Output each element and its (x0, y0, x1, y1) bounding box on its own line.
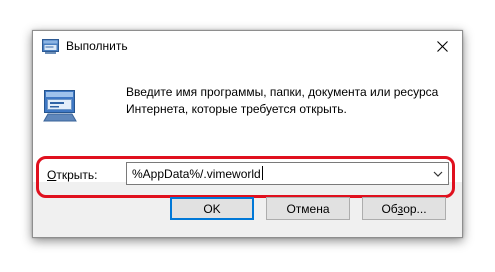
run-dialog: Выполнить Введите имя программы, папки, … (32, 30, 463, 238)
run-program-icon (43, 90, 77, 122)
instruction-line-1: Введите имя программы, папки, документа … (126, 85, 439, 99)
run-dialog-icon (42, 39, 59, 54)
window-title: Выполнить (66, 39, 128, 53)
title-bar[interactable]: Выполнить (33, 31, 462, 62)
browse-button[interactable]: Об з ор... (362, 197, 446, 220)
close-button[interactable] (422, 31, 462, 62)
browse-label-prefix: Об (381, 201, 398, 216)
browse-label-suffix: ор... (403, 201, 427, 216)
screenshot-stage: Выполнить Введите имя программы, папки, … (0, 0, 495, 272)
ok-button[interactable]: OK (170, 197, 254, 220)
instruction-text: Введите имя программы, папки, документа … (126, 84, 446, 118)
close-icon (436, 41, 448, 52)
dialog-body: Введите имя программы, папки, документа … (33, 62, 462, 198)
instruction-line-2: Интернета, которые требуется открыть. (126, 102, 347, 116)
cancel-button[interactable]: Отмена (266, 197, 350, 220)
highlight-annotation (36, 156, 455, 198)
